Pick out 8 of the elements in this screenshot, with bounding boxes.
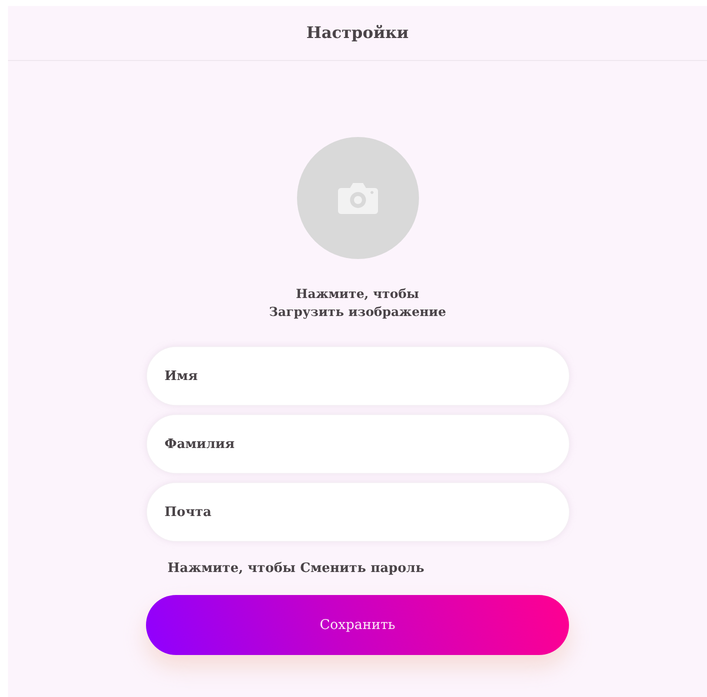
save-button[interactable]: Сохранить: [146, 595, 569, 655]
upload-hint: Нажмите, чтобы Загрузить изображение: [268, 285, 446, 321]
page-title: Настройки: [306, 22, 409, 44]
camera-icon: [336, 182, 378, 214]
change-password-link[interactable]: Нажмите, чтобы Сменить пароль: [168, 561, 424, 576]
input-field[interactable]: Имя: [146, 346, 570, 406]
input-field[interactable]: Почта: [146, 482, 570, 542]
input-field[interactable]: Фамилия: [146, 414, 570, 474]
